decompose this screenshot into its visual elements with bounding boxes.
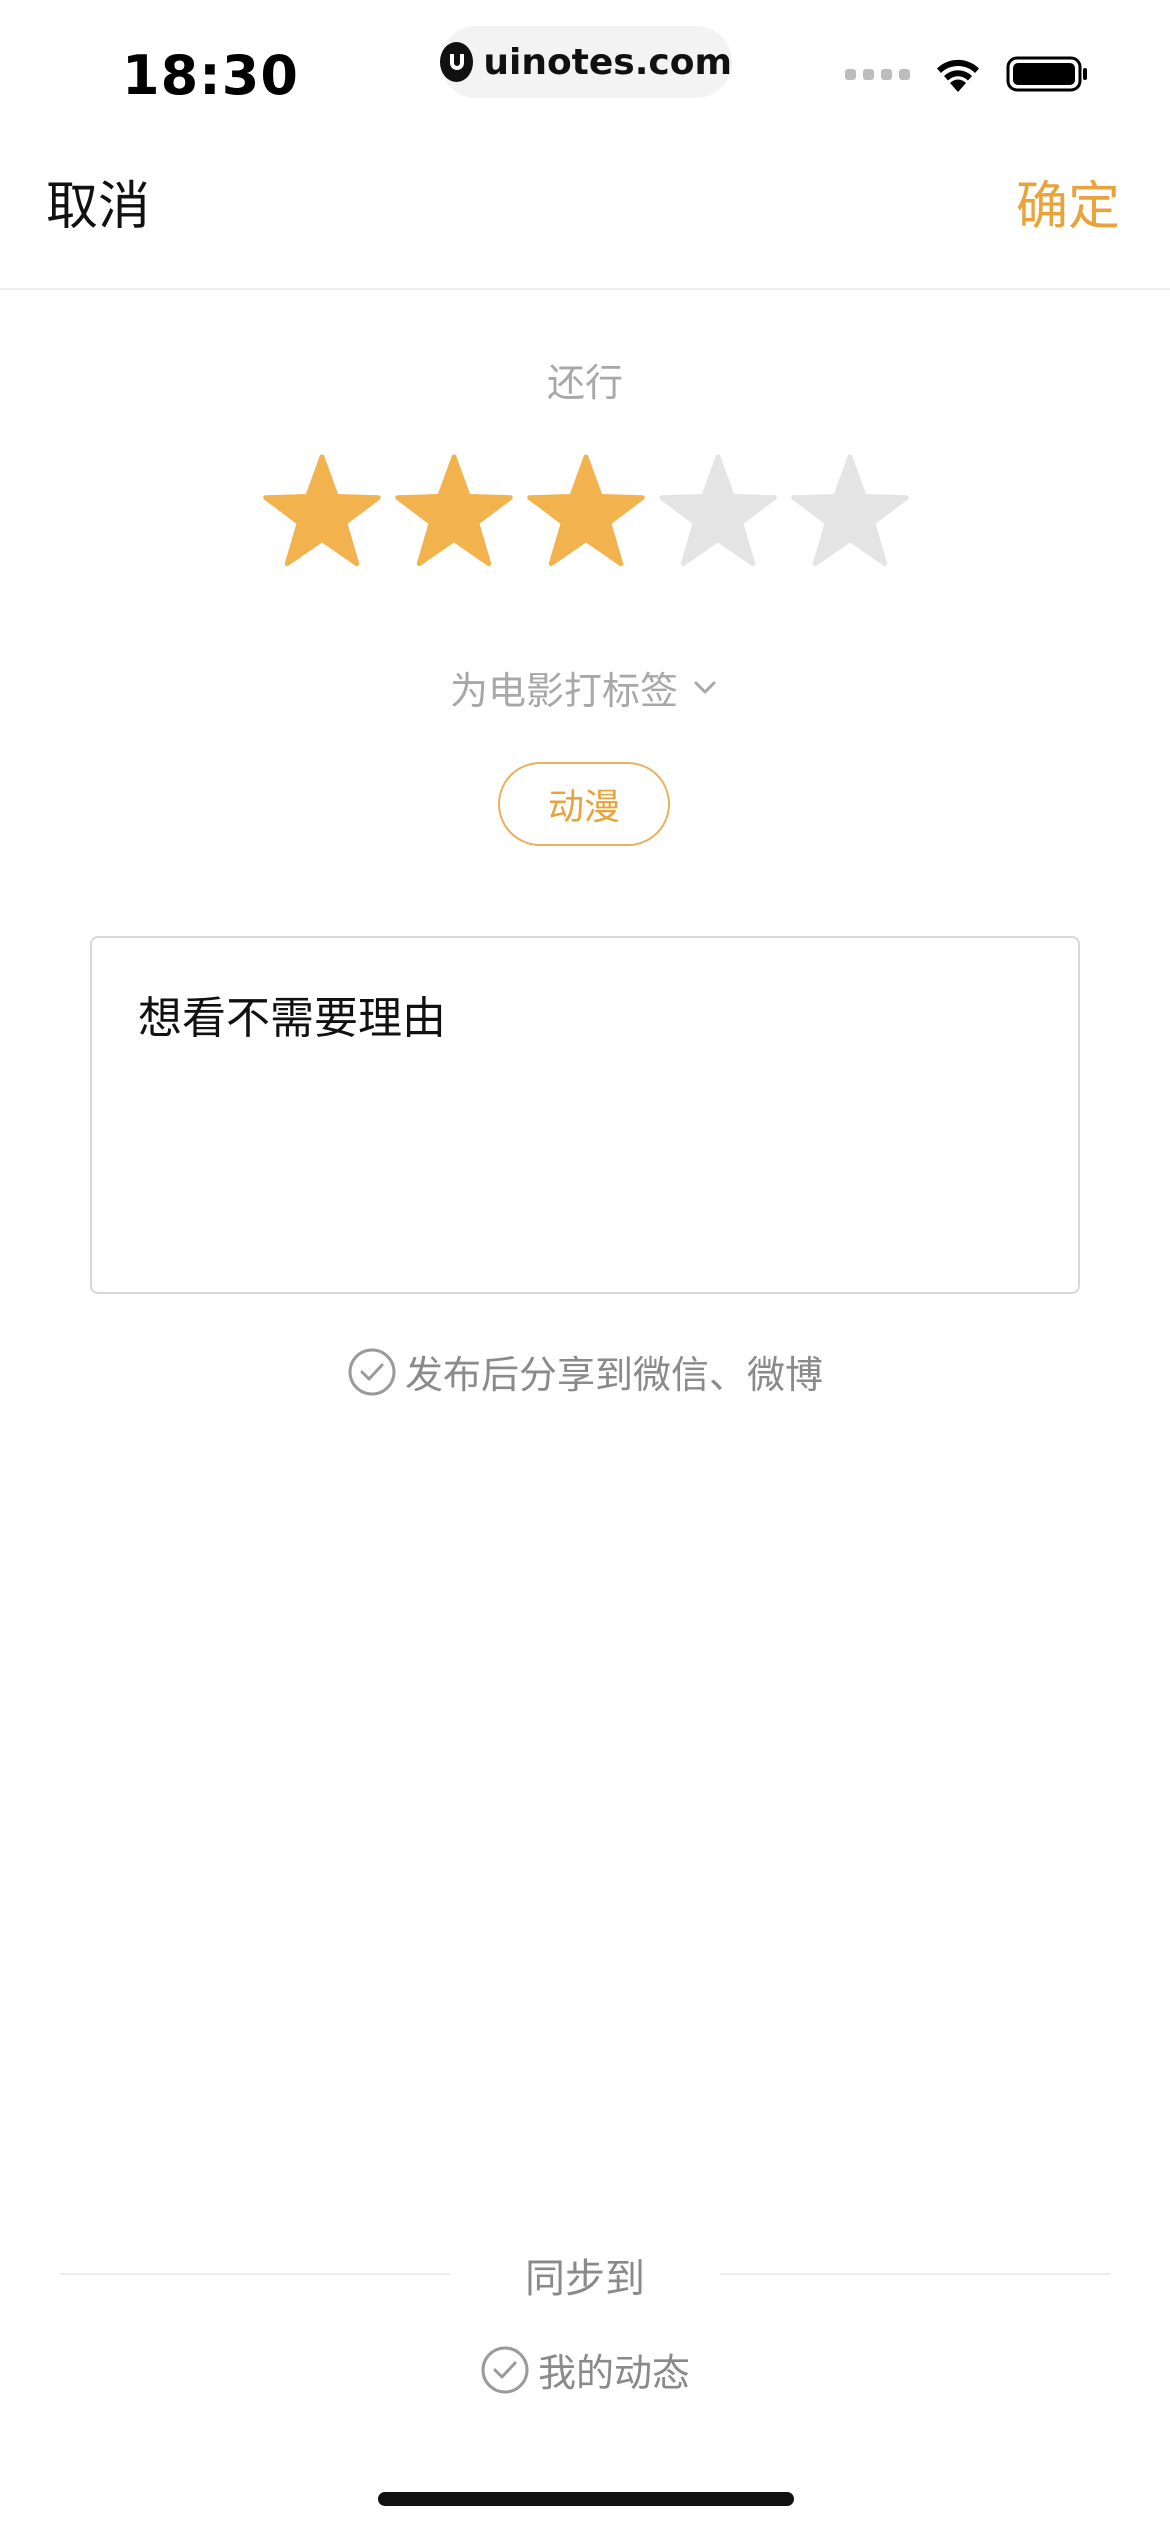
tag-toggle-button[interactable]: 为电影打标签: [0, 660, 1170, 715]
check-circle-icon: [481, 2346, 529, 2393]
sync-title: 同步到: [525, 2256, 645, 2302]
share-checkbox[interactable]: 发布后分享到微信、微博: [0, 1344, 1170, 1399]
confirm-button[interactable]: 确定: [1016, 164, 1120, 239]
star-rating[interactable]: [262, 452, 910, 572]
nav-bar: 取消 确定: [0, 140, 1170, 290]
sync-option-label: 我的动态: [537, 2351, 690, 2395]
cancel-button[interactable]: 取消: [46, 164, 150, 239]
star-icon[interactable]: [790, 452, 910, 572]
status-icons: [845, 54, 1090, 94]
chevron-down-icon: [694, 681, 716, 693]
wifi-icon: [937, 59, 979, 92]
star-icon[interactable]: [526, 452, 646, 572]
home-indicator: [378, 2492, 794, 2506]
status-bar: 18:30 uinotes.com: [0, 0, 1170, 140]
star-icon[interactable]: [262, 452, 382, 572]
comment-textarea[interactable]: 想看不需要理由: [90, 936, 1080, 1294]
check-circle-icon: [348, 1348, 396, 1395]
tag-chip[interactable]: 动漫: [498, 762, 670, 846]
rating-label: 还行: [546, 361, 623, 405]
star-icon[interactable]: [658, 452, 778, 572]
star-icon[interactable]: [394, 452, 514, 572]
url-pill[interactable]: uinotes.com: [440, 26, 732, 98]
cellular-signal-icon: [845, 68, 910, 80]
tag-toggle-label: 为电影打标签: [449, 669, 678, 713]
status-time: 18:30: [122, 44, 299, 107]
url-text: uinotes.com: [483, 41, 732, 83]
sync-my-feed-checkbox[interactable]: 我的动态: [0, 2342, 1170, 2397]
share-label: 发布后分享到微信、微博: [404, 1353, 823, 1397]
battery-icon: [1006, 56, 1087, 92]
comment-text: 想看不需要理由: [138, 993, 446, 1044]
site-logo-icon: [440, 42, 474, 82]
